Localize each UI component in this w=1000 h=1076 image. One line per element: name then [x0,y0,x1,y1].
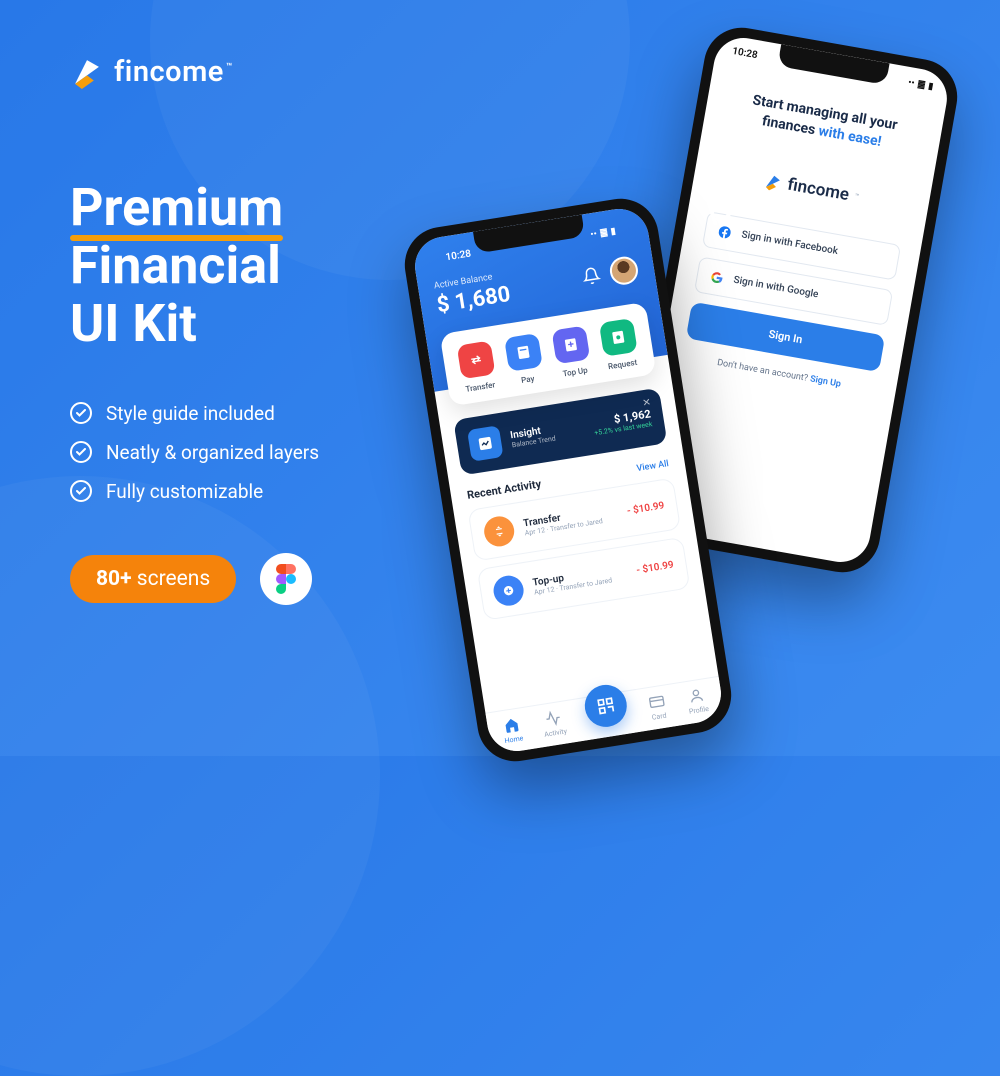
status-icons: ••䷀▮ [907,77,934,91]
action-topup[interactable]: Top Up [551,325,592,379]
topup-icon [551,325,590,364]
feature-item: Fully customizable [70,480,500,503]
activity-amount: - $10.99 [636,559,675,576]
close-icon[interactable]: ✕ [642,397,652,409]
feature-item: Style guide included [70,402,500,425]
status-icons: ••䷀▮ [590,226,617,240]
activity-amount: - $10.99 [626,500,665,517]
status-time: 10:28 [731,46,758,61]
check-icon [70,480,92,502]
figma-icon [260,553,312,605]
home-icon [501,715,522,736]
screens-badge: 80+ screens [70,555,236,603]
headline: Premium Financial UI Kit [70,179,500,354]
brand-logo: fincome™ [70,55,500,89]
card-icon [647,692,668,713]
activity-tab-icon [543,708,564,729]
request-icon [599,318,638,357]
check-icon [70,402,92,424]
tab-card[interactable]: Card [647,692,669,722]
signin-hero-text: Start managing all your finances with ea… [723,87,923,158]
action-pay[interactable]: Pay [504,333,545,387]
brand-name: fincome™ [114,58,233,87]
google-icon [709,269,725,285]
tab-bar: Home Activity Card Profile [485,676,725,755]
profile-icon [686,685,707,706]
feature-item: Neatly & organized layers [70,441,500,464]
logo-icon [70,55,104,89]
signup-link[interactable]: Sign Up [809,374,841,389]
bell-icon[interactable] [581,265,602,286]
pay-icon [504,333,543,372]
marketing-copy: fincome™ Premium Financial UI Kit Style … [70,55,500,605]
facebook-icon [717,224,733,240]
tab-scan[interactable] [582,682,630,730]
tab-home[interactable]: Home [501,714,524,745]
action-request[interactable]: Request [599,318,640,372]
check-icon [70,441,92,463]
tab-profile[interactable]: Profile [685,685,709,716]
avatar[interactable] [608,254,640,286]
view-all-link[interactable]: View All [636,459,670,474]
feature-list: Style guide included Neatly & organized … [70,402,500,503]
tab-activity[interactable]: Activity [541,708,568,739]
